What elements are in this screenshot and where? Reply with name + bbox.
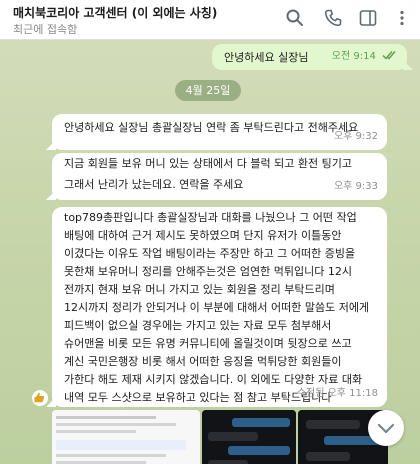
message-line: 계신 국민은행장 비롯 해서 어떠한 응징을 먹튀당한 회원들이 [64, 355, 342, 368]
thumbnail-preview [52, 410, 200, 464]
thumbnail-preview [202, 410, 296, 464]
thumbs-up-icon [34, 392, 45, 403]
chat-status: 최근에 접속함 [13, 23, 78, 36]
message-bubble[interactable]: top789총판입니다 총괄실장님과 대화를 나눴으나 그 어떤 작업 배팅에 … [46, 207, 387, 407]
message-time: 수정됨 오후 11:18 [296, 388, 378, 399]
chat-area[interactable]: 안녕하세요 실장님 오전 9:14 4월 25일 안녕하세요 실장님 총괄실장님… [0, 40, 420, 464]
search-icon[interactable] [285, 8, 305, 28]
message-line: 피드백이 없으실 경우에는 가지고 있는 자료 모두 첨부해서 [64, 319, 332, 332]
message-line: 전까지 현재 보유 머니 가지고 있는 회원을 정리 부탁드리며 [64, 283, 335, 296]
message-bubble[interactable]: 안녕하세요 실장님 오전 9:14 [212, 44, 413, 70]
message-line: 12시까지 정리가 안되거나 이 부분에 대해서 어떠한 말씀도 저에게 [64, 301, 370, 314]
more-options-icon[interactable] [392, 8, 412, 28]
chevron-down-icon [377, 423, 395, 434]
chat-title[interactable]: 매치북코리아 고객센터 (이 외에는 사칭) [13, 4, 283, 21]
scroll-to-bottom-button[interactable] [368, 410, 404, 446]
message-time: 오후 9:33 [333, 181, 378, 192]
message-line: 슈어맨을 비롯 모든 유명 커뮤니티에 올릴것이며 뒷장으로 쓰고 [64, 337, 352, 350]
message-time: 오전 9:14 [331, 51, 376, 62]
date-separator: 4월 25일 [175, 80, 241, 101]
attachment-thumbnail[interactable] [202, 410, 296, 464]
message-line: 배팅에 대하여 근거 제시도 못하였으며 단지 유저가 이틀동안 [64, 229, 342, 242]
attachment-thumbnail[interactable] [52, 410, 200, 464]
message-line: 그래서 난리가 났는데요. 연락을 주세요 [64, 178, 244, 191]
sidebar-toggle-icon[interactable] [358, 8, 378, 28]
message-line: 못한채 보유머니 정리를 안해주는것은 엄연한 먹튀입니다 12시 [64, 265, 352, 278]
message-time: 오후 9:32 [333, 131, 378, 142]
phone-icon[interactable] [323, 8, 343, 28]
message-bubble[interactable]: 안녕하세요 실장님 총괄실장님 연락 좀 부탁드린다고 전해주세요 오후 9:3… [46, 114, 387, 150]
message-meta: 오전 9:14 [332, 46, 398, 67]
message-line: top789총판입니다 총괄실장님과 대화를 나눴으나 그 어떤 작업 [64, 211, 357, 224]
message-line: 이겼다는 이유도 작업 배팅이라는 주장만 하고 그 어떠한 증빙을 [64, 247, 356, 260]
chat-header: 매치북코리아 고객센터 (이 외에는 사칭) 최근에 접속함 [0, 0, 420, 40]
message-bubble[interactable]: 지금 회원들 보유 머니 있는 상태에서 다 블럭 되고 환전 팅기고 그래서 … [46, 153, 387, 200]
double-check-icon [382, 51, 396, 60]
message-line: 지금 회원들 보유 머니 있는 상태에서 다 블럭 되고 환전 팅기고 [64, 157, 352, 170]
reaction-badge[interactable] [32, 390, 48, 406]
